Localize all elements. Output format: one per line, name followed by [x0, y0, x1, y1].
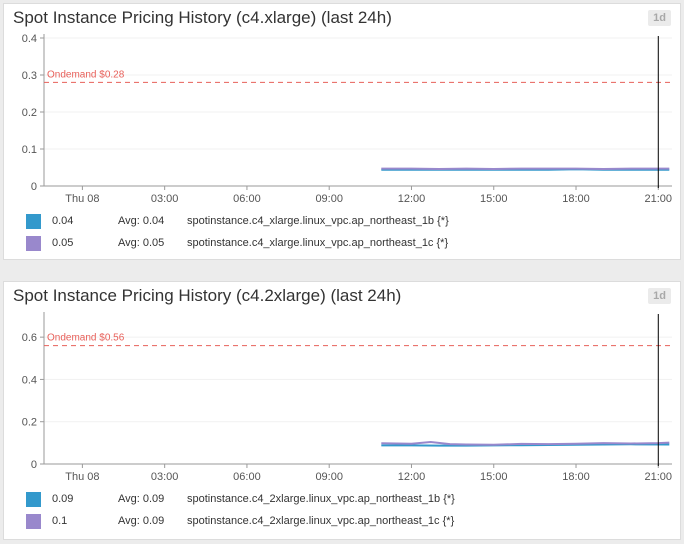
legend-row[interactable]: 0.04 Avg: 0.04 spotinstance.c4_xlarge.li… [4, 214, 682, 232]
legend-value: 0.04 [52, 215, 74, 227]
legend-value: 0.09 [52, 493, 74, 505]
y-tick-label: 0.2 [22, 417, 37, 429]
y-tick-label: 0.1 [22, 144, 37, 156]
legend-metric-name: spotinstance.c4_xlarge.linux_vpc.ap_nort… [187, 215, 449, 227]
legend-metric-name: spotinstance.c4_2xlarge.linux_vpc.ap_nor… [187, 493, 455, 505]
y-tick-label: 0.3 [22, 70, 37, 82]
x-tick-label: 12:00 [398, 471, 426, 483]
chart-panel-c4-xlarge: Spot Instance Pricing History (c4.xlarge… [3, 3, 681, 260]
legend-swatch [26, 514, 41, 529]
x-tick-label: 06:00 [233, 193, 261, 205]
legend-row[interactable]: 0.09 Avg: 0.09 spotinstance.c4_2xlarge.l… [4, 492, 682, 510]
x-tick-label: Thu 08 [65, 193, 99, 205]
legend-average: Avg: 0.04 [118, 215, 165, 227]
chart-panel-c4-2xlarge: Spot Instance Pricing History (c4.2xlarg… [3, 281, 681, 540]
line-chart[interactable]: 0 0.2 0.4 0.6 Thu 08 03:00 06:00 09:00 12:00 15:0… [4, 282, 682, 487]
legend-metric-name: spotinstance.c4_2xlarge.linux_vpc.ap_nor… [187, 515, 455, 527]
x-tick-label: 09:00 [315, 193, 343, 205]
x-tick-label: 09:00 [315, 471, 343, 483]
y-tick-label: 0 [31, 459, 37, 471]
x-tick-label: 21:00 [645, 471, 673, 483]
legend-average: Avg: 0.09 [118, 515, 165, 527]
legend-value: 0.05 [52, 237, 74, 249]
series-line-2 [381, 441, 670, 446]
legend-swatch [26, 236, 41, 251]
x-tick-label: 18:00 [562, 471, 590, 483]
legend-row[interactable]: 0.1 Avg: 0.09 spotinstance.c4_2xlarge.li… [4, 514, 682, 532]
x-tick-label: 03:00 [151, 471, 179, 483]
x-tick-label: 15:00 [480, 193, 508, 205]
x-tick-label: 21:00 [645, 193, 673, 205]
legend-average: Avg: 0.05 [118, 237, 165, 249]
legend-swatch [26, 492, 41, 507]
x-tick-label: 12:00 [398, 193, 426, 205]
line-chart[interactable]: 0 0.1 0.2 0.3 0.4 Thu 08 03:00 06:00 09:00 12:00 1… [4, 4, 682, 209]
legend-row[interactable]: 0.05 Avg: 0.05 spotinstance.c4_xlarge.li… [4, 236, 682, 254]
y-tick-label: 0.4 [22, 33, 37, 45]
y-tick-label: 0.4 [22, 374, 37, 386]
x-tick-label: 18:00 [562, 193, 590, 205]
ondemand-marker-label: Ondemand $0.56 [47, 333, 125, 344]
legend-swatch [26, 214, 41, 229]
x-tick-label: Thu 08 [65, 471, 99, 483]
legend-average: Avg: 0.09 [118, 493, 165, 505]
x-tick-label: 15:00 [480, 471, 508, 483]
y-tick-label: 0.6 [22, 332, 37, 344]
y-tick-label: 0.2 [22, 107, 37, 119]
legend-metric-name: spotinstance.c4_xlarge.linux_vpc.ap_nort… [187, 237, 449, 249]
y-tick-label: 0 [31, 181, 37, 193]
x-tick-label: 06:00 [233, 471, 261, 483]
x-tick-label: 03:00 [151, 193, 179, 205]
legend-value: 0.1 [52, 515, 68, 527]
ondemand-marker-label: Ondemand $0.28 [47, 69, 125, 80]
